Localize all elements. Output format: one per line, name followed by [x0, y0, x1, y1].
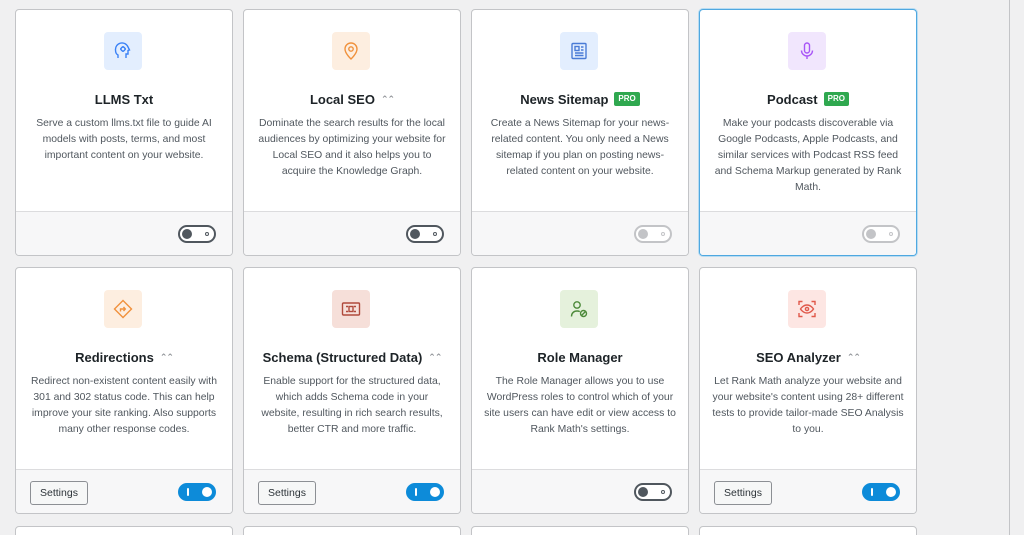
toggle-on-indicator — [187, 488, 189, 496]
module-title-row: News Sitemap PRO — [472, 89, 688, 109]
module-card-partial — [243, 526, 461, 535]
module-card: Redirections ⌃⌃ Redirect non-existent cont… — [15, 267, 233, 514]
module-toggle-switch[interactable] — [178, 225, 216, 243]
toggle-knob — [886, 487, 896, 497]
module-card-footer — [16, 211, 232, 255]
module-card-body: LLMS Txt Serve a custom llms.txt file to … — [16, 10, 232, 211]
toggle-knob — [182, 229, 192, 239]
redirect-sign-icon — [104, 290, 142, 328]
module-title-row: Schema (Structured Data) ⌃⌃ — [244, 347, 460, 367]
module-card-footer — [472, 211, 688, 255]
settings-button[interactable]: Settings — [714, 481, 772, 505]
module-card-footer: Settings — [244, 469, 460, 513]
module-title: Schema (Structured Data) — [262, 349, 423, 365]
module-card-body: Podcast PRO Make your podcasts discoverabl… — [700, 10, 916, 211]
module-description: Serve a custom llms.txt file to guide AI… — [36, 118, 212, 161]
advanced-mode-chevron-icon: ⌃⌃ — [380, 93, 395, 104]
module-title: Role Manager — [537, 349, 623, 365]
module-toggle-switch — [862, 225, 900, 243]
pro-badge: PRO — [823, 92, 849, 106]
toggle-off-indicator — [889, 232, 893, 236]
module-card: Podcast PRO Make your podcasts discoverabl… — [699, 9, 917, 256]
module-card-body: News Sitemap PRO Create a News Sitemap for… — [472, 10, 688, 211]
module-toggle-switch[interactable] — [634, 483, 672, 501]
module-title-row: Local SEO ⌃⌃ — [244, 89, 460, 109]
module-card: Local SEO ⌃⌃ Dominate the search results f… — [243, 9, 461, 256]
settings-button[interactable]: Settings — [30, 481, 88, 505]
advanced-mode-chevron-icon: ⌃⌃ — [428, 351, 442, 362]
module-toggle-switch[interactable] — [406, 225, 444, 243]
toggle-knob — [866, 229, 876, 239]
module-title: Local SEO — [309, 91, 375, 107]
module-description: Redirect non-existent content easily wit… — [31, 376, 217, 435]
module-description: Make your podcasts discoverable via Goog… — [714, 118, 902, 193]
module-card: LLMS Txt Serve a custom llms.txt file to … — [15, 9, 233, 256]
module-toggle-switch[interactable] — [406, 483, 444, 501]
toggle-off-indicator — [661, 232, 665, 236]
toggle-on-indicator — [871, 488, 873, 496]
module-title: SEO Analyzer — [756, 349, 841, 365]
module-card: News Sitemap PRO Create a News Sitemap for… — [471, 9, 689, 256]
toggle-on-indicator — [415, 488, 417, 496]
module-card-partial — [699, 526, 917, 535]
module-card: Role Manager The Role Manager allows you … — [471, 267, 689, 514]
module-title-row: Podcast PRO — [700, 89, 916, 109]
module-title: Redirections — [75, 349, 154, 365]
module-title: Podcast — [767, 91, 818, 107]
module-description: Dominate the search results for the loca… — [258, 118, 446, 177]
module-toggle-switch[interactable] — [178, 483, 216, 501]
module-description: The Role Manager allows you to use WordP… — [484, 376, 676, 435]
module-card-footer — [244, 211, 460, 255]
module-card-footer: Settings — [700, 469, 916, 513]
module-card: Schema (Structured Data) ⌃⌃ Enable support… — [243, 267, 461, 514]
module-description: Enable support for the structured data, … — [261, 376, 443, 435]
advanced-mode-chevron-icon: ⌃⌃ — [846, 351, 861, 362]
module-card-body: Redirections ⌃⌃ Redirect non-existent cont… — [16, 268, 232, 469]
toggle-knob — [638, 229, 648, 239]
module-card: SEO Analyzer ⌃⌃ Let Rank Math analyze your… — [699, 267, 917, 514]
toggle-knob — [410, 229, 420, 239]
toggle-off-indicator — [433, 232, 437, 236]
module-card-partial — [15, 526, 233, 535]
advanced-mode-chevron-icon: ⌃⌃ — [159, 351, 174, 362]
module-title: LLMS Txt — [94, 91, 154, 107]
module-title: News Sitemap — [520, 91, 609, 107]
module-title-row: Role Manager — [472, 347, 688, 367]
toggle-off-indicator — [205, 232, 209, 236]
module-description: Create a News Sitemap for your news-rela… — [490, 118, 670, 177]
location-pin-icon — [332, 32, 370, 70]
eye-scan-icon — [788, 290, 826, 328]
brain-head-icon — [104, 32, 142, 70]
pro-badge: PRO — [614, 92, 640, 106]
page-edge-divider — [1009, 0, 1010, 535]
user-role-icon — [560, 290, 598, 328]
microphone-icon — [788, 32, 826, 70]
module-toggle-switch[interactable] — [862, 483, 900, 501]
newspaper-icon — [560, 32, 598, 70]
module-card-footer — [472, 469, 688, 513]
module-card-body: SEO Analyzer ⌃⌃ Let Rank Math analyze your… — [700, 268, 916, 469]
module-title-row: LLMS Txt — [16, 89, 232, 109]
schema-code-icon — [332, 290, 370, 328]
settings-button[interactable]: Settings — [258, 481, 316, 505]
module-title-row: Redirections ⌃⌃ — [16, 347, 232, 367]
toggle-off-indicator — [661, 490, 665, 494]
module-toggle-switch — [634, 225, 672, 243]
module-card-body: Schema (Structured Data) ⌃⌃ Enable support… — [244, 268, 460, 469]
module-card-partial — [471, 526, 689, 535]
module-card-body: Local SEO ⌃⌃ Dominate the search results f… — [244, 10, 460, 211]
module-title-row: SEO Analyzer ⌃⌃ — [700, 347, 916, 367]
module-card-footer: Settings — [16, 469, 232, 513]
module-description: Let Rank Math analyze your website and y… — [712, 376, 904, 435]
toggle-knob — [202, 487, 212, 497]
toggle-knob — [638, 487, 648, 497]
module-card-footer — [700, 211, 916, 255]
toggle-knob — [430, 487, 440, 497]
module-card-body: Role Manager The Role Manager allows you … — [472, 268, 688, 469]
